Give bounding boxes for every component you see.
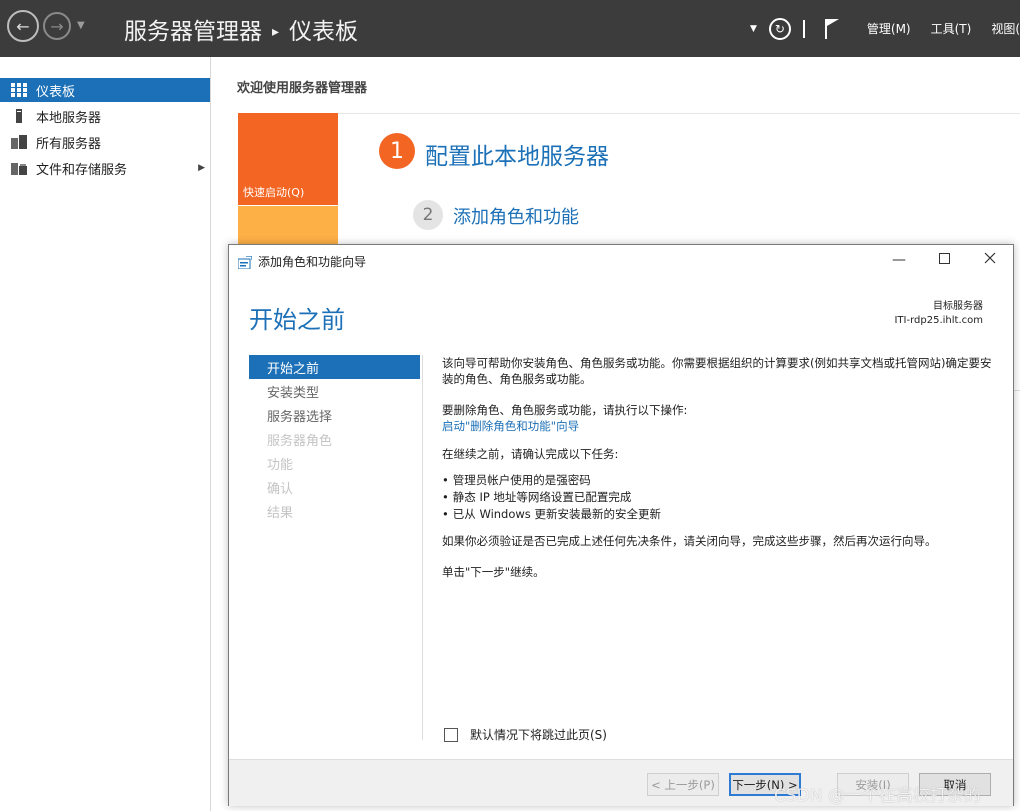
destination-server-name: ITI-rdp25.ihlt.com [894, 315, 983, 326]
wizard-app-icon [237, 254, 253, 270]
minimize-button[interactable]: — [876, 248, 922, 272]
quick-start-panel [338, 113, 1020, 247]
maximize-icon [938, 252, 950, 268]
wizard-step-installation-type[interactable]: 安装类型 [249, 379, 420, 403]
title-bar: ← → ▼ 服务器管理器 ▸ 仪表板 ▼ ↻ 管理(M) 工具(T) 视图( [0, 0, 1020, 57]
menu-manage[interactable]: 管理(M) [867, 20, 911, 37]
wizard-step-results: 结果 [267, 505, 294, 521]
wizard-title-bar[interactable]: 添加角色和功能向导 — [229, 245, 1013, 276]
step1-number: 1 [379, 133, 415, 169]
history-dropdown-icon[interactable]: ▼ [77, 20, 85, 31]
skip-page-label: 默认情况下将跳过此页(S) [470, 728, 607, 742]
quick-start-label: 快速启动(Q) [243, 186, 305, 199]
menu-tools[interactable]: 工具(T) [931, 20, 972, 37]
breadcrumb-separator: ▸ [272, 24, 280, 40]
wizard-content: 该向导可帮助你安装角色、角色服务或功能。你需要根据组织的计算要求(例如共享文档或… [442, 355, 1002, 580]
minimize-icon: — [892, 252, 906, 268]
sidebar: 仪表板 本地服务器 所有服务器 文件和存储服务 ▶ [0, 57, 211, 811]
close-icon [984, 252, 996, 268]
dashboard-icon [11, 83, 27, 97]
skip-page-checkbox[interactable] [444, 727, 458, 742]
sidebar-item-dashboard[interactable]: 仪表板 [0, 78, 210, 102]
wizard-title: 添加角色和功能向导 [258, 255, 367, 269]
destination-server-info: 目标服务器 ITI-rdp25.ihlt.com [894, 300, 983, 328]
prereq-list: 管理员帐户使用的是强密码 静态 IP 地址等网络设置已配置完成 已从 Windo… [442, 472, 1002, 523]
top-toolbar: ▼ ↻ 管理(M) 工具(T) 视图( [750, 0, 1020, 57]
remove-intro-text: 要删除角色、角色服务或功能，请执行以下操作: [442, 403, 688, 417]
sidebar-item-local-server[interactable]: 本地服务器 [0, 104, 210, 128]
sidebar-item-file-storage[interactable]: 文件和存储服务 ▶ [0, 156, 210, 180]
quick-start-tile[interactable]: 快速启动(Q) [238, 113, 338, 205]
watermark: CSDN @一个在高校打杂的 [774, 786, 981, 806]
list-item: 已从 Windows 更新安装最新的安全更新 [442, 506, 1002, 523]
refresh-icon[interactable]: ↻ [768, 17, 791, 40]
servers-icon [11, 135, 27, 149]
list-item: 静态 IP 地址等网络设置已配置完成 [442, 489, 1002, 506]
notification-flag-icon[interactable] [824, 18, 841, 39]
arrow-left-icon: ← [16, 16, 30, 36]
toolbar-divider [802, 19, 805, 38]
add-roles-wizard-dialog: 添加角色和功能向导 — 开始之前 目标服务器 ITI-rdp25.ihlt.co… [228, 244, 1014, 806]
arrow-right-icon: → [50, 16, 64, 36]
wizard-step-before-you-begin[interactable]: 开始之前 [249, 355, 420, 379]
previous-button[interactable]: < 上一步(P) [647, 773, 719, 796]
wizard-step-features: 功能 [267, 457, 294, 473]
server-icon [11, 109, 27, 123]
wizard-step-server-selection[interactable]: 服务器选择 [249, 403, 420, 427]
verify-text: 如果你必须验证是否已完成上述任何先决条件，请关闭向导，完成这些步骤，然后再次运行… [442, 534, 937, 548]
wizard-step-confirmation: 确认 [267, 481, 294, 497]
sidebar-item-label: 所有服务器 [36, 136, 102, 152]
panel-edge [1014, 245, 1020, 391]
destination-label: 目标服务器 [933, 301, 983, 312]
maximize-button[interactable] [921, 248, 967, 272]
wizard-page-heading: 开始之前 [249, 306, 345, 334]
breadcrumb-page: 仪表板 [289, 19, 359, 45]
intro-text: 该向导可帮助你安装角色、角色服务或功能。你需要根据组织的计算要求(例如共享文档或… [442, 356, 992, 386]
skip-page-option[interactable]: 默认情况下将跳过此页(S) [444, 726, 607, 743]
breadcrumb: 服务器管理器 ▸ 仪表板 [124, 12, 358, 46]
wizard-step-server-roles: 服务器角色 [267, 433, 333, 449]
prereq-intro-text: 在继续之前，请确认完成以下任务: [442, 447, 619, 461]
sidebar-item-label: 文件和存储服务 [36, 162, 128, 178]
list-item: 管理员帐户使用的是强密码 [442, 472, 1002, 489]
remove-roles-link[interactable]: 启动"删除角色和功能"向导 [442, 418, 1002, 434]
sidebar-item-all-servers[interactable]: 所有服务器 [0, 130, 210, 154]
whats-new-tile[interactable] [238, 206, 338, 246]
sidebar-item-label: 本地服务器 [36, 110, 102, 126]
storage-icon [11, 161, 27, 175]
welcome-heading: 欢迎使用服务器管理器 [237, 81, 368, 96]
continue-text: 单击"下一步"继续。 [442, 565, 545, 579]
step2-number: 2 [413, 200, 443, 230]
forward-button[interactable]: → [43, 12, 71, 40]
wizard-divider [422, 355, 423, 740]
close-button[interactable] [967, 248, 1013, 272]
back-button[interactable]: ← [7, 10, 39, 42]
sidebar-item-label: 仪表板 [36, 84, 76, 100]
menu-view[interactable]: 视图( [991, 20, 1020, 37]
chevron-down-icon[interactable]: ▼ [750, 24, 757, 34]
breadcrumb-app[interactable]: 服务器管理器 [124, 19, 262, 45]
configure-local-server-link[interactable]: 配置此本地服务器 [425, 137, 609, 171]
add-roles-link[interactable]: 添加角色和功能 [453, 203, 579, 229]
expand-arrow-icon[interactable]: ▶ [198, 163, 205, 173]
wizard-step-nav: 开始之前 安装类型 服务器选择 服务器角色 功能 确认 结果 [249, 355, 420, 523]
